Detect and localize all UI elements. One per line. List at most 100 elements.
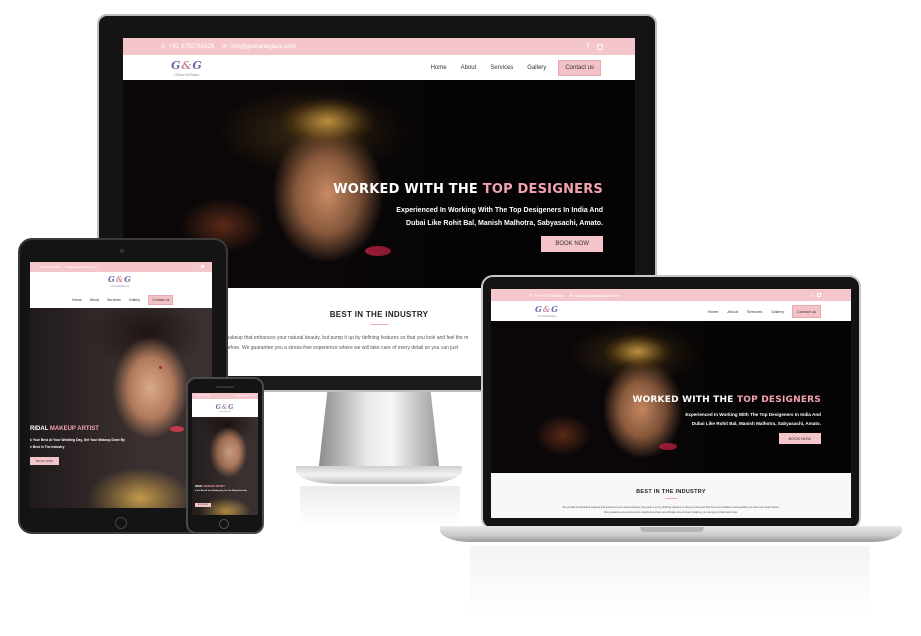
laptop-logo[interactable]: G&G Glow&Glaze <box>535 304 559 318</box>
tablet-camera <box>120 249 124 253</box>
hero-headline: RIDAL MAKEUP ARTIST <box>30 426 99 432</box>
laptop-topbar-contact: ✆ +91 9702765526 ✉ info@glowandglaze.com <box>529 293 619 298</box>
tablet-site: +91 9702765526 info@glowandglaze.com f G… <box>30 262 212 508</box>
section-rule <box>665 498 677 499</box>
nav-about[interactable]: About <box>461 65 477 71</box>
topbar-social: f <box>587 43 603 50</box>
logo-wordmark: Glow&Glaze <box>218 410 232 413</box>
contact-us-button[interactable]: Contact us <box>558 59 601 76</box>
phone-logo[interactable]: G&G Glow&Glaze <box>216 404 235 413</box>
laptop-hero: WORKED WITH THE TOP DESIGNERS Experience… <box>491 321 851 473</box>
nav-gallery[interactable]: Gallery <box>527 65 546 71</box>
hero-subline-1: k Your Best At Your Wedding Day, Get You… <box>195 490 247 492</box>
section-para-2: We guarantee you a stress-free experienc… <box>604 511 738 514</box>
laptop-notch <box>640 527 704 532</box>
phone-topbar-email[interactable]: info@glowandglaze.com <box>233 395 255 397</box>
topbar-phone[interactable]: +91 9702765526 <box>169 44 214 50</box>
mail-icon: ✉ <box>222 44 228 50</box>
monitor-stand <box>318 388 440 474</box>
hero-subline-1: Experienced In Working With The Top Desi… <box>685 412 821 417</box>
contact-us-button[interactable]: Contact us <box>148 295 174 305</box>
phone-hero-text: RIDAL MAKEUP ARTIST k Your Best At Your … <box>195 485 247 510</box>
tablet-home-button <box>115 517 127 529</box>
tablet-topbar: +91 9702765526 info@glowandglaze.com f <box>30 262 212 272</box>
laptop-reflection <box>470 546 870 616</box>
monitor-base <box>296 466 462 484</box>
tablet-topbar-email[interactable]: info@glowandglaze.com <box>65 265 98 269</box>
device-mockup-showcase: ✆ +91 9702765526 ✉ info@glowandglaze.com… <box>0 0 921 636</box>
mail-icon: ✉ <box>569 292 573 298</box>
nav-services[interactable]: Services <box>107 298 121 302</box>
phone-home-button <box>219 519 229 529</box>
laptop-topbar-email[interactable]: info@glowandglaze.com <box>575 293 619 298</box>
phone-speaker <box>216 386 234 388</box>
phone-navbar: G&G Glow&Glaze <box>192 399 258 417</box>
nav-home[interactable]: Home <box>708 309 719 314</box>
desktop-logo[interactable]: G&G Glow&Glaze <box>171 59 203 77</box>
logo-mark: G&G <box>171 58 203 72</box>
nav-about[interactable]: About <box>90 298 99 302</box>
phone-icon: ✆ <box>529 292 533 298</box>
tablet-topbar-social: f <box>197 265 204 269</box>
hero-headline: WORKED WITH THE TOP DESIGNERS <box>632 395 821 405</box>
book-now-button[interactable]: BOOK NOW <box>778 433 821 444</box>
facebook-icon[interactable]: f <box>811 293 812 298</box>
desktop-hero-text: WORKED WITH THE TOP DESIGNERS Experience… <box>323 182 603 252</box>
hero-headline: RIDAL MAKEUP ARTIST <box>195 485 225 488</box>
nav-services[interactable]: Services <box>747 309 762 314</box>
tablet-topbar-contact: +91 9702765526 info@glowandglaze.com <box>38 265 97 269</box>
laptop-hero-text: WORKED WITH THE TOP DESIGNERS Experience… <box>621 395 821 445</box>
tablet-hero-text: RIDAL MAKEUP ARTIST k Your Best At Your … <box>30 426 125 467</box>
laptop-nav-links: Home About Services Gallery Contact us <box>708 304 821 318</box>
section-para-1: We provide professional makeup that enha… <box>562 506 780 509</box>
desktop-nav-links: Home About Services Gallery Contact us <box>431 59 601 76</box>
hero-headline: WORKED WITH THE TOP DESIGNERS <box>333 182 603 197</box>
nav-gallery[interactable]: Gallery <box>771 309 784 314</box>
laptop-site: ✆ +91 9702765526 ✉ info@glowandglaze.com… <box>491 289 851 518</box>
desktop-topbar: ✆ +91 9702765526 ✉ info@glowandglaze.com… <box>123 38 635 55</box>
logo-mark: G&G <box>535 304 559 314</box>
contact-us-button[interactable]: Contact us <box>791 304 821 318</box>
laptop-topbar: ✆ +91 9702765526 ✉ info@glowandglaze.com… <box>491 289 851 301</box>
hero-subline-2: Dubai Like Rohit Bal, Manish Malhotra, S… <box>691 421 821 426</box>
hero-overlay <box>30 308 212 508</box>
logo-wordmark: Glow&Glaze <box>110 284 130 288</box>
laptop-topbar-phone[interactable]: +91 9702765526 <box>534 293 564 298</box>
desktop-navbar: G&G Glow&Glaze Home About Services Galle… <box>123 55 635 80</box>
nav-home[interactable]: Home <box>72 298 82 302</box>
facebook-icon[interactable]: f <box>587 44 589 50</box>
instagram-icon[interactable] <box>597 43 603 50</box>
laptop-navbar: G&G Glow&Glaze Home About Services Galle… <box>491 301 851 321</box>
nav-home[interactable]: Home <box>431 65 447 71</box>
tablet-hero: RIDAL MAKEUP ARTIST k Your Best At Your … <box>30 308 212 508</box>
book-now-button[interactable]: BOOK NOW <box>30 457 59 465</box>
logo-mark: G&G <box>108 274 132 284</box>
nav-about[interactable]: About <box>727 309 737 314</box>
hero-subline-2: Dubai Like Rohit Bal, Manish Malhotra, S… <box>406 220 603 227</box>
tablet-nav-links: Home About Services Gallery Contact us <box>72 295 174 305</box>
topbar-contact: ✆ +91 9702765526 ✉ info@glowandglaze.com <box>161 43 296 51</box>
facebook-icon[interactable]: f <box>197 265 198 269</box>
book-now-button[interactable]: BOOK NOW <box>541 236 603 252</box>
topbar-email[interactable]: info@glowandglaze.com <box>230 44 295 50</box>
tablet-navbar: G&G Glow&Glaze Home About Services Galle… <box>30 272 212 308</box>
tablet-logo[interactable]: G&G Glow&Glaze <box>108 274 132 288</box>
logo-wordmark: Glow&Glaze <box>174 71 200 77</box>
logo-wordmark: Glow&Glaze <box>537 314 557 318</box>
tablet-topbar-phone[interactable]: +91 9702765526 <box>38 265 61 269</box>
nav-gallery[interactable]: Gallery <box>129 298 140 302</box>
instagram-icon[interactable] <box>201 265 204 268</box>
hero-subline-1: k Your Best At Your Wedding Day, Get You… <box>30 438 125 442</box>
laptop-topbar-social: f <box>811 292 821 298</box>
hero-subline-1: Experienced In Working With The Top Desi… <box>396 207 603 214</box>
phone-topbar-phone[interactable]: +91 9702765526 <box>195 395 210 397</box>
instagram-icon[interactable] <box>817 292 821 297</box>
book-now-button[interactable]: BOOK NOW <box>195 503 212 507</box>
logo-mark: G&G <box>215 403 235 411</box>
laptop-best-section: BEST IN THE INDUSTRY We provide professi… <box>491 473 851 518</box>
monitor-base-reflection <box>300 486 460 526</box>
section-title: BEST IN THE INDUSTRY <box>636 489 706 495</box>
nav-services[interactable]: Services <box>490 65 513 71</box>
phone-hero: RIDAL MAKEUP ARTIST k Your Best At Your … <box>192 417 258 515</box>
hero-subline-2: e Best In The Industry <box>30 445 65 449</box>
